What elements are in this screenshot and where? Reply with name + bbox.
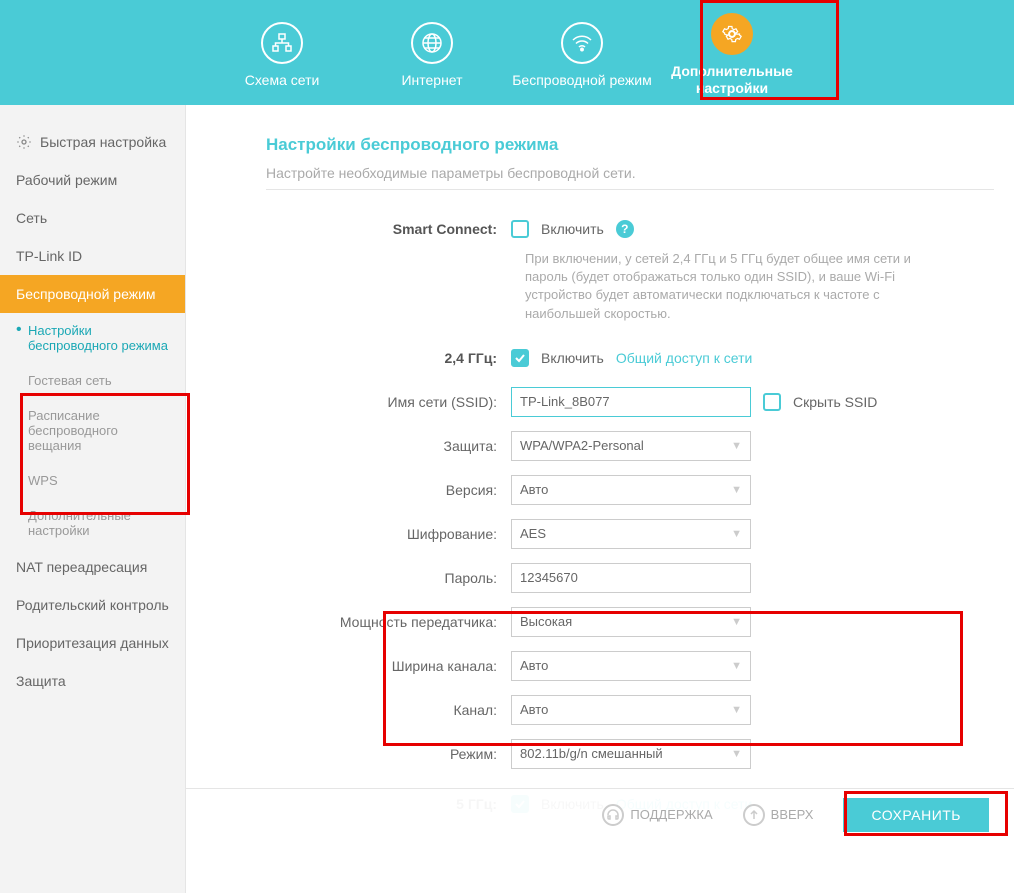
support-icon <box>602 804 624 826</box>
network-map-icon <box>261 22 303 64</box>
input-password[interactable] <box>511 563 751 593</box>
select-value: Высокая <box>520 614 572 629</box>
sidebar-quick-setup[interactable]: Быстрая настройка <box>0 123 185 161</box>
wireless-icon <box>561 22 603 64</box>
sidebar-label: Быстрая настройка <box>40 134 166 150</box>
label-password: Пароль: <box>206 570 511 586</box>
label-txpower: Мощность передатчика: <box>206 614 511 630</box>
label-encryption: Шифрование: <box>206 526 511 542</box>
checkbox-smart-connect[interactable] <box>511 220 529 238</box>
save-button[interactable]: СОХРАНИТЬ <box>843 798 989 832</box>
topnav-item-network-map[interactable]: Схема сети <box>207 17 357 89</box>
link-sharing-24[interactable]: Общий доступ к сети <box>616 350 753 366</box>
sidebar-item-wireless[interactable]: Беспроводной режим <box>0 275 185 313</box>
select-value: Авто <box>520 658 548 673</box>
select-value: WPA/WPA2-Personal <box>520 438 644 453</box>
chevron-down-icon: ▼ <box>731 704 742 716</box>
checkbox-label: Включить <box>541 350 604 366</box>
label-chwidth: Ширина канала: <box>206 658 511 674</box>
select-channel[interactable]: Авто ▼ <box>511 695 751 725</box>
top-nav: Схема сети Интернет Беспроводной режим Д… <box>0 0 1014 105</box>
label-channel: Канал: <box>206 702 511 718</box>
page-title: Настройки беспроводного режима <box>266 135 994 155</box>
page-subtitle: Настройте необходимые параметры беспрово… <box>266 165 994 181</box>
sidebar-sub-wps[interactable]: WPS <box>0 463 185 498</box>
sidebar-sub-wireless-settings[interactable]: Настройки беспроводного режима <box>0 313 185 363</box>
footer-label: ВВЕРХ <box>771 807 814 822</box>
label-ssid: Имя сети (SSID): <box>206 394 511 410</box>
select-security[interactable]: WPA/WPA2-Personal ▼ <box>511 431 751 461</box>
sidebar-item-tplink-id[interactable]: TP-Link ID <box>0 237 185 275</box>
select-version[interactable]: Авто ▼ <box>511 475 751 505</box>
sidebar-item-network[interactable]: Сеть <box>0 199 185 237</box>
sidebar-item-nat[interactable]: NAT переадресация <box>0 548 185 586</box>
sidebar-sub-guest-network[interactable]: Гостевая сеть <box>0 363 185 398</box>
footer-label: ПОДДЕРЖКА <box>630 807 712 822</box>
help-icon[interactable]: ? <box>616 220 634 238</box>
internet-icon <box>411 22 453 64</box>
select-txpower[interactable]: Высокая ▼ <box>511 607 751 637</box>
chevron-down-icon: ▼ <box>731 440 742 452</box>
sidebar-sub-advanced[interactable]: Дополнительные настройки <box>0 498 185 548</box>
select-value: AES <box>520 526 546 541</box>
gear-icon <box>16 134 32 150</box>
select-value: 802.11b/g/n смешанный <box>520 746 663 761</box>
label-security: Защита: <box>206 438 511 454</box>
select-value: Авто <box>520 482 548 497</box>
select-encryption[interactable]: AES ▼ <box>511 519 751 549</box>
divider <box>266 189 994 190</box>
footer-bar: ПОДДЕРЖКА ВВЕРХ СОХРАНИТЬ <box>186 788 1014 840</box>
chevron-down-icon: ▼ <box>731 748 742 760</box>
topnav-label: Дополнительные настройки <box>657 63 807 97</box>
sidebar-item-operation-mode[interactable]: Рабочий режим <box>0 161 185 199</box>
chevron-down-icon: ▼ <box>731 616 742 628</box>
hide-ssid-label: Скрыть SSID <box>793 394 877 410</box>
checkbox-label: Включить <box>541 221 604 237</box>
label-version: Версия: <box>206 482 511 498</box>
label-smart-connect: Smart Connect: <box>206 221 511 237</box>
label-24ghz: 2,4 ГГц: <box>206 350 511 366</box>
advanced-icon <box>711 13 753 55</box>
sidebar-item-qos[interactable]: Приоритезация данных <box>0 624 185 662</box>
label-mode: Режим: <box>206 746 511 762</box>
topnav-item-advanced[interactable]: Дополнительные настройки <box>657 8 807 97</box>
select-mode[interactable]: 802.11b/g/n смешанный ▼ <box>511 739 751 769</box>
select-value: Авто <box>520 702 548 717</box>
topnav-item-internet[interactable]: Интернет <box>357 17 507 89</box>
checkbox-24ghz-enable[interactable] <box>511 349 529 367</box>
footer-top[interactable]: ВВЕРХ <box>743 804 814 826</box>
input-ssid[interactable] <box>511 387 751 417</box>
chevron-down-icon: ▼ <box>731 660 742 672</box>
smart-connect-hint: При включении, у сетей 2,4 ГГц и 5 ГГц б… <box>525 250 945 323</box>
topnav-label: Интернет <box>357 72 507 89</box>
up-icon <box>743 804 765 826</box>
content-area: Настройки беспроводного режима Настройте… <box>186 105 1014 893</box>
sidebar-item-security[interactable]: Защита <box>0 662 185 700</box>
select-chwidth[interactable]: Авто ▼ <box>511 651 751 681</box>
topnav-label: Схема сети <box>207 72 357 89</box>
chevron-down-icon: ▼ <box>731 484 742 496</box>
sidebar-item-parental[interactable]: Родительский контроль <box>0 586 185 624</box>
chevron-down-icon: ▼ <box>731 528 742 540</box>
sidebar-sub-schedule[interactable]: Расписание беспроводного вещания <box>0 398 185 463</box>
topnav-label: Беспроводной режим <box>507 72 657 89</box>
checkbox-hide-ssid[interactable] <box>763 393 781 411</box>
sidebar: Быстрая настройка Рабочий режим Сеть TP-… <box>0 105 186 893</box>
topnav-item-wireless[interactable]: Беспроводной режим <box>507 17 657 89</box>
footer-support[interactable]: ПОДДЕРЖКА <box>602 804 712 826</box>
